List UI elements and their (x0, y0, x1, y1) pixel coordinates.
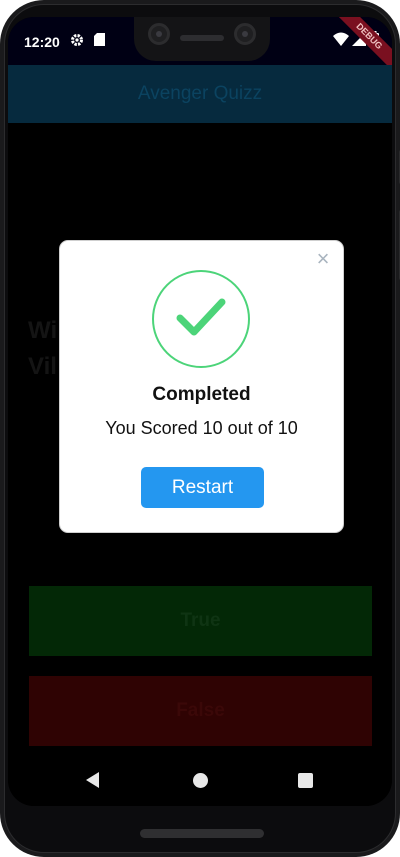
success-check-icon (152, 270, 250, 368)
phone-frame: 12:20 DEBUG Avenger Quizz Wi Vil True Fa… (0, 0, 400, 857)
restart-button[interactable]: Restart (141, 467, 264, 508)
restart-button-label: Restart (171, 476, 234, 498)
dialog-title: Completed (152, 384, 251, 405)
close-icon[interactable]: × (313, 248, 333, 270)
screen: 12:20 DEBUG Avenger Quizz Wi Vil True Fa… (8, 17, 392, 806)
bottom-speaker (140, 829, 264, 838)
dialog-message: You Scored 10 out of 10 (105, 418, 298, 438)
result-dialog: × Completed You Scored 10 out of 10 Rest… (59, 240, 344, 533)
